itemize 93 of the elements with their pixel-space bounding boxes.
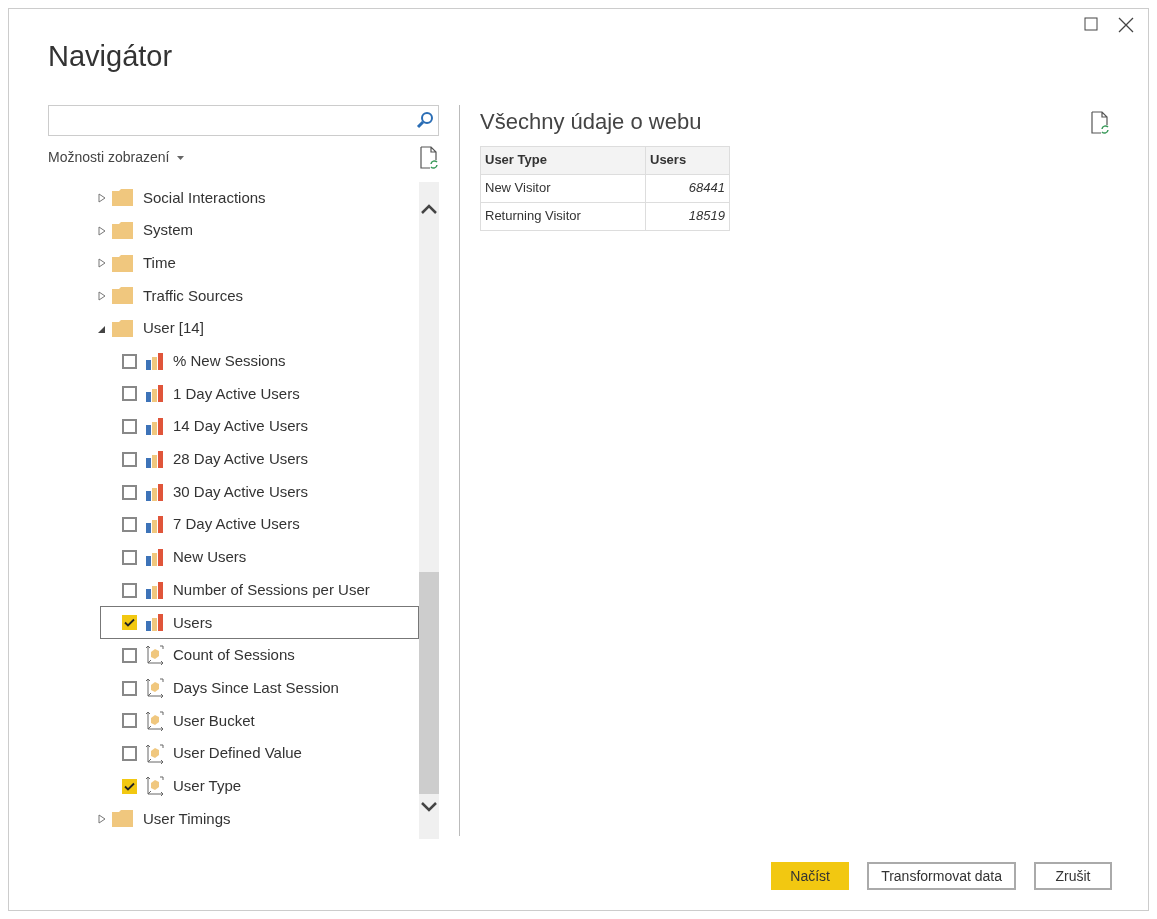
bar-chart-icon	[145, 483, 165, 501]
tree-item[interactable]: 7 Day Active Users	[100, 508, 419, 542]
table-cell: Returning Visitor	[480, 202, 646, 230]
checkbox[interactable]	[122, 451, 137, 467]
bar-chart-icon	[145, 450, 165, 468]
checkbox[interactable]	[122, 386, 137, 402]
item-label: 1 Day Active Users	[173, 383, 300, 404]
checkbox[interactable]	[122, 419, 137, 435]
folder-label[interactable]: System	[143, 219, 193, 242]
folder-label[interactable]: User Timings	[143, 807, 231, 831]
bar-chart-icon	[145, 614, 165, 632]
item-label: Number of Sessions per User	[173, 579, 370, 600]
item-label: New Users	[173, 547, 247, 568]
dialog-button[interactable]: Zrušit	[1034, 862, 1112, 890]
dialog-button[interactable]: Transformovat data	[867, 862, 1016, 890]
item-label: 30 Day Active Users	[173, 481, 309, 502]
search-icon[interactable]	[416, 111, 434, 129]
item-label: Count of Sessions	[173, 645, 295, 666]
checkbox[interactable]	[122, 647, 137, 663]
item-label: 14 Day Active Users	[173, 416, 309, 437]
axis-cube-icon	[145, 776, 165, 797]
checkbox[interactable]	[122, 713, 137, 729]
tree-item[interactable]: User Type	[100, 769, 419, 803]
item-label: User Defined Value	[173, 743, 302, 764]
checkbox[interactable]	[122, 680, 137, 696]
tree-item[interactable]: User Defined Value	[100, 737, 419, 770]
table-cell: 18519	[645, 202, 730, 230]
axis-cube-icon	[145, 710, 165, 731]
search-field[interactable]	[48, 104, 439, 136]
column-header[interactable]: Users	[645, 146, 730, 174]
axis-cube-icon	[145, 678, 165, 699]
maximize-icon[interactable]	[1084, 17, 1098, 31]
checkmark-icon	[124, 618, 135, 628]
tree-item[interactable]: % New Sessions	[100, 344, 419, 378]
tree-item[interactable]: 1 Day Active Users	[100, 377, 419, 411]
column-header[interactable]: User Type	[480, 146, 646, 174]
tree-item[interactable]: Days Since Last Session	[100, 671, 419, 705]
axis-cube-icon	[145, 645, 165, 666]
checkbox[interactable]	[122, 353, 137, 369]
tree-item[interactable]: Number of Sessions per User	[100, 573, 419, 607]
refresh-document-icon[interactable]	[419, 145, 439, 170]
folder-icon	[112, 222, 133, 240]
table-cell: New Visitor	[480, 174, 646, 202]
bar-chart-icon	[145, 516, 165, 534]
bar-chart-icon	[145, 418, 165, 436]
scrollbar[interactable]	[419, 181, 439, 839]
caret-icon	[177, 155, 185, 160]
item-label: % New Sessions	[173, 351, 286, 372]
display-options-dropdown[interactable]: Možnosti zobrazení	[48, 147, 185, 168]
checkbox[interactable]	[122, 549, 137, 565]
tree-item[interactable]: User Bucket	[100, 704, 419, 738]
folder-icon	[112, 320, 133, 338]
scrollbar-thumb[interactable]	[419, 571, 439, 794]
tree-item[interactable]: New Users	[100, 541, 419, 574]
scroll-down-icon[interactable]	[421, 801, 437, 812]
refresh-document-icon[interactable]	[1090, 110, 1110, 135]
folder-icon	[112, 254, 133, 272]
checkbox[interactable]	[122, 484, 137, 500]
tree-item[interactable]: 28 Day Active Users	[100, 443, 419, 476]
tree-item[interactable]: Users	[100, 606, 419, 640]
checkbox[interactable]	[122, 746, 137, 762]
checkbox[interactable]	[122, 517, 137, 533]
folder-label[interactable]: Traffic Sources	[143, 284, 244, 308]
tree-item[interactable]: Count of Sessions	[100, 639, 419, 672]
scroll-up-icon[interactable]	[421, 203, 437, 214]
close-icon[interactable]	[1118, 17, 1134, 33]
item-label: Users	[173, 612, 213, 633]
table-cell: 68441	[645, 174, 730, 202]
item-label: Days Since Last Session	[173, 677, 339, 698]
folder-label[interactable]: Time	[143, 251, 176, 275]
tree-item[interactable]: 30 Day Active Users	[100, 475, 419, 509]
folder-label[interactable]: Social Interactions	[143, 186, 266, 210]
bar-chart-icon	[145, 581, 165, 599]
window-title: Navigátor	[48, 39, 174, 74]
item-label: 28 Day Active Users	[173, 449, 309, 470]
item-label: 7 Day Active Users	[173, 514, 300, 535]
checkbox[interactable]	[122, 615, 137, 631]
preview-title: Všechny údaje o webu	[480, 107, 702, 136]
checkbox[interactable]	[122, 582, 137, 598]
item-label: User Bucket	[173, 710, 255, 731]
checkmark-icon	[124, 781, 135, 791]
checkbox[interactable]	[122, 778, 137, 794]
folder-icon	[112, 810, 133, 828]
tree-item[interactable]: 14 Day Active Users	[100, 410, 419, 443]
bar-chart-icon	[145, 352, 165, 370]
item-label: User Type	[173, 775, 242, 796]
folder-label[interactable]: User [14]	[143, 317, 204, 340]
dialog-button[interactable]: Načíst	[771, 862, 850, 890]
bar-chart-icon	[145, 548, 165, 566]
folder-icon	[112, 189, 133, 207]
folder-icon	[112, 287, 133, 305]
axis-cube-icon	[145, 743, 165, 764]
bar-chart-icon	[145, 385, 165, 403]
